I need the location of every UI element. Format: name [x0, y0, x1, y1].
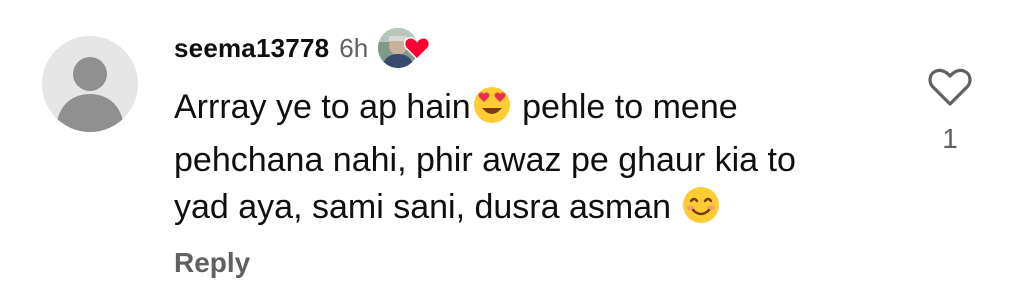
comment-body: seema13778 6h Arrray ye to ap hain pehle… [174, 26, 894, 279]
like-section: 1 [922, 66, 978, 155]
timestamp[interactable]: 6h [339, 33, 368, 64]
smiling-face-emoji-icon [682, 186, 720, 237]
avatar[interactable] [42, 36, 138, 132]
comment-text-line: pehchana nahi, phir awaz pe ghaur kia to [174, 141, 796, 179]
creator-heart-badge [378, 26, 431, 70]
comment-meta: seema13778 6h [174, 26, 894, 70]
comment-text-line: yad aya, sami sani, dusra asman [174, 188, 681, 226]
username[interactable]: seema13778 [174, 33, 329, 64]
comment-text-part: Arrray ye to ap hain [174, 88, 471, 126]
comment-text: Arrray ye to ap hain pehle to mene pehch… [174, 84, 894, 237]
heart-icon [404, 36, 431, 60]
heart-eyes-emoji-icon [473, 86, 511, 137]
like-count: 1 [942, 123, 958, 154]
like-heart-icon[interactable] [927, 66, 973, 108]
comment-text-part: pehle to mene [512, 88, 738, 126]
reply-button[interactable]: Reply [174, 247, 894, 279]
